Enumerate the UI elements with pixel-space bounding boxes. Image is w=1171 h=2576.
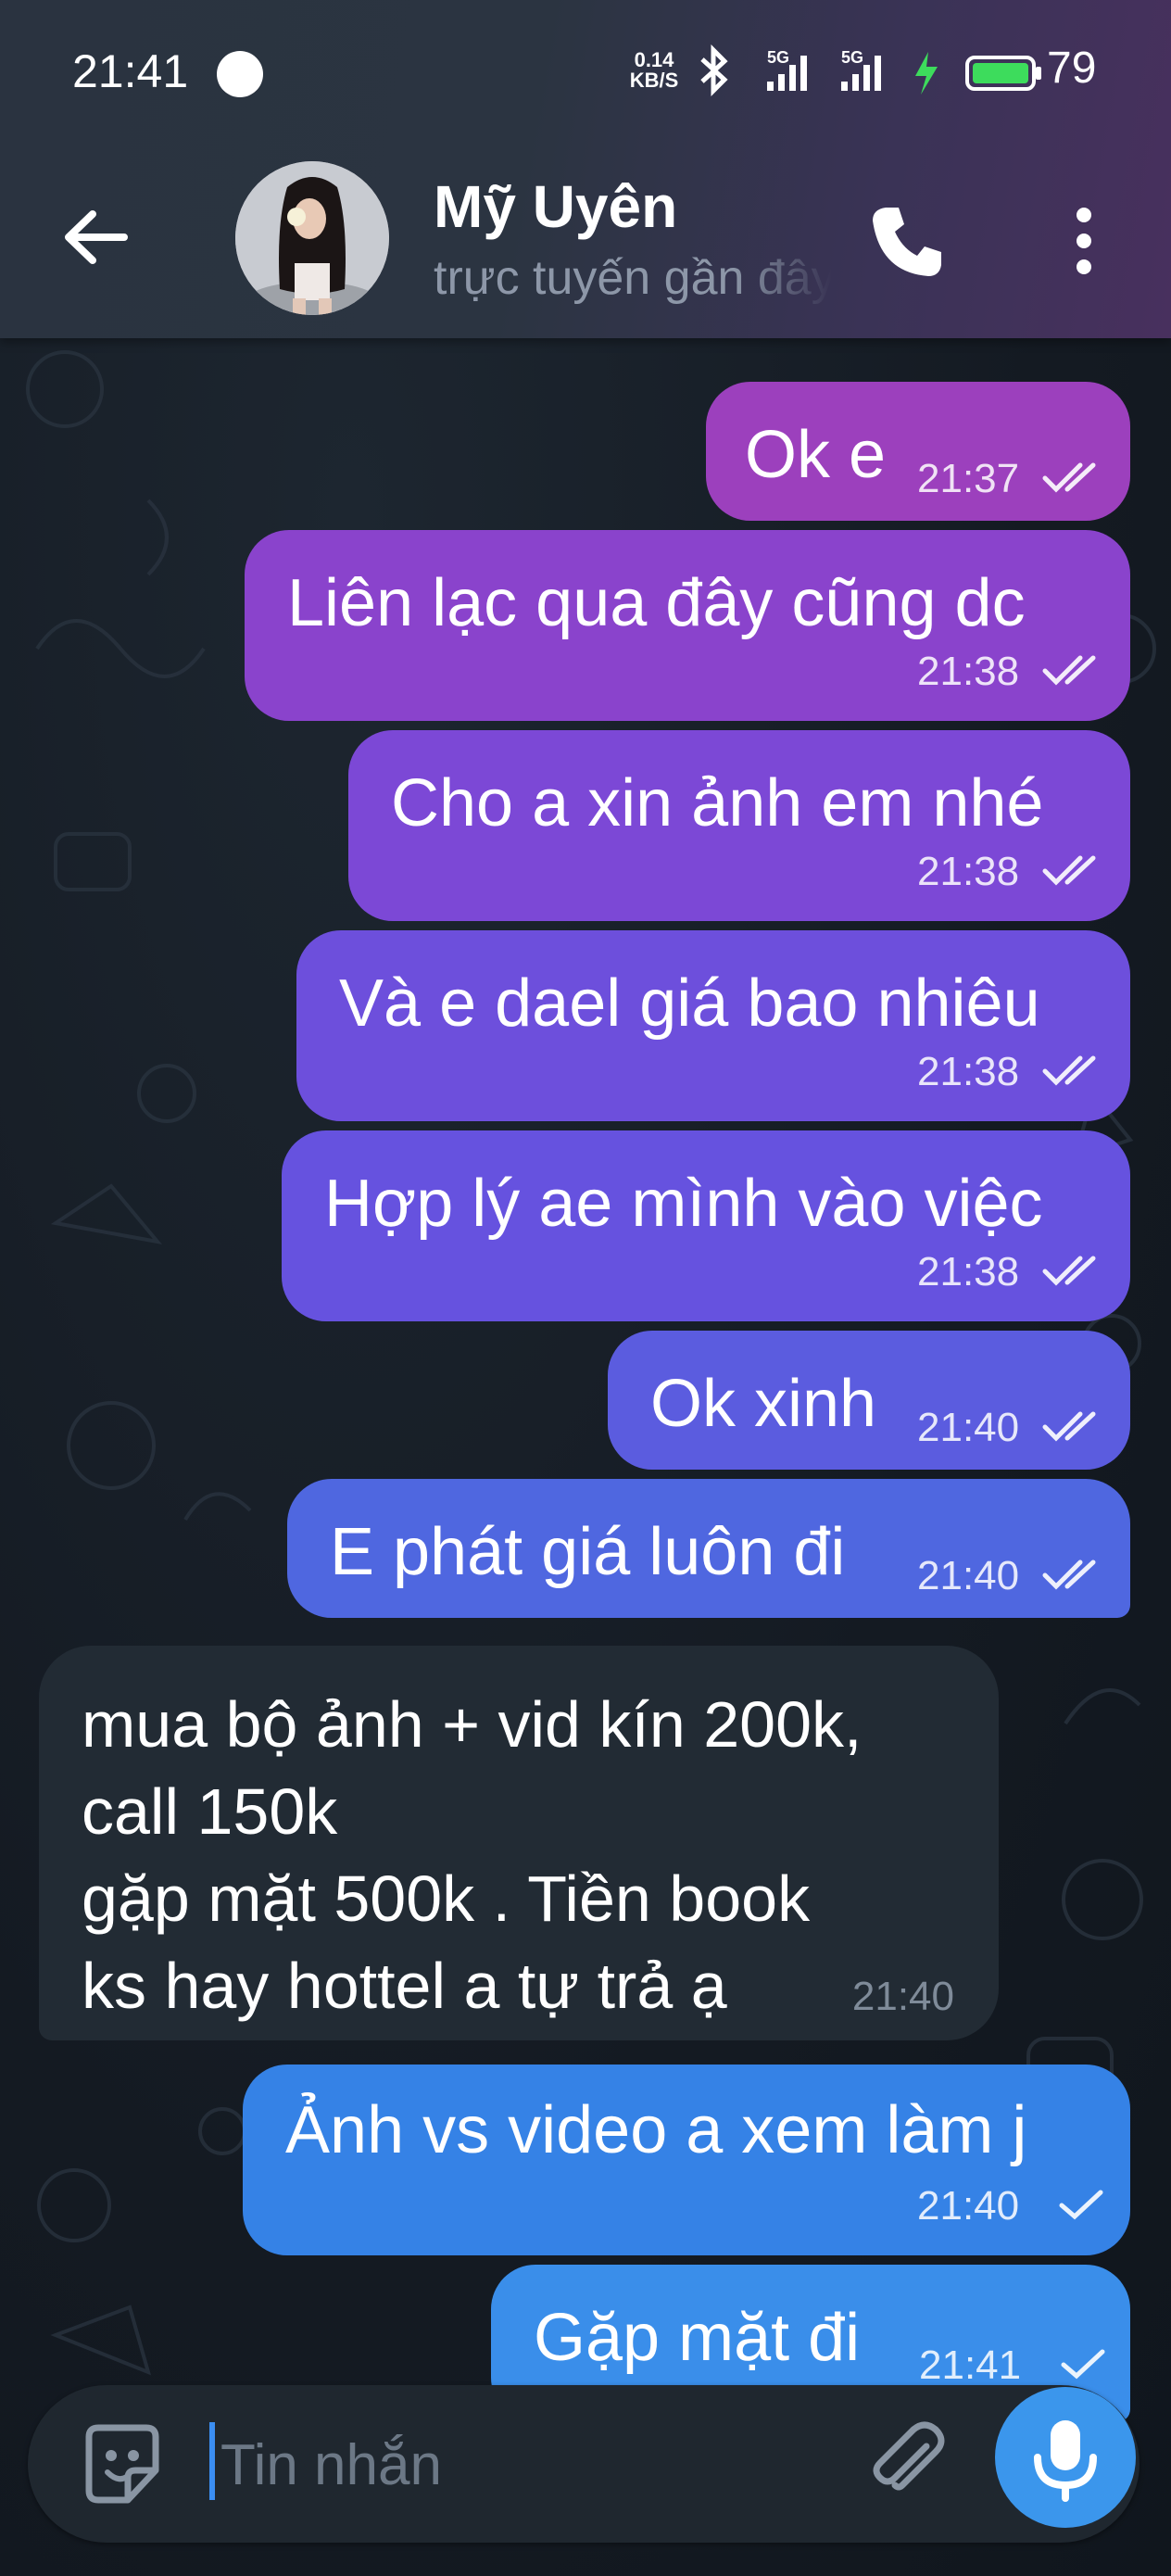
network-speed: 0.14 KB/S <box>626 50 682 91</box>
message-time: 21:38 <box>917 649 1020 694</box>
double-check-icon <box>1042 1055 1096 1086</box>
svg-text:5G: 5G <box>841 48 863 67</box>
message-text: Và e dael giá bao nhiêu <box>339 966 1040 1041</box>
signal-5g-icon-2: 5G <box>841 48 881 91</box>
message-bubble[interactable]: Cho a xin ảnh em nhé 21:38 <box>348 730 1130 921</box>
network-speed-value: 0.14 <box>634 48 674 71</box>
battery-icon <box>965 56 1041 91</box>
contact-avatar[interactable] <box>235 161 389 315</box>
message-time: 21:38 <box>917 1049 1020 1094</box>
message-bubble[interactable]: Hợp lý ae mình vào việc 21:38 <box>282 1130 1130 1321</box>
message-text: Liên lạc qua đây cũng dc <box>287 566 1026 640</box>
message-text: Hợp lý ae mình vào việc <box>324 1167 1043 1241</box>
message-composer <box>28 2385 1140 2543</box>
bluetooth-icon <box>700 44 728 97</box>
voice-record-button[interactable] <box>995 2387 1136 2528</box>
double-check-icon <box>1042 655 1096 686</box>
paperclip-icon <box>873 2421 945 2491</box>
message-text: Cho a xin ảnh em nhé <box>391 766 1044 840</box>
message-text: E phát giá luôn đi <box>330 1515 846 1589</box>
message-bubble[interactable]: Ảnh vs video a xem làm j 21:40 <box>243 2065 1130 2255</box>
double-check-icon <box>1042 1411 1096 1442</box>
contact-status: trực tuyến gần đây <box>434 251 832 305</box>
svg-text:5G: 5G <box>767 48 789 67</box>
charging-bolt-icon <box>915 52 938 95</box>
status-bar: 21:41 0.14 KB/S 5G 5G 79 <box>0 0 1171 139</box>
double-check-icon <box>1042 1559 1096 1590</box>
sticker-smile-icon <box>85 2424 159 2504</box>
message-time: 21:37 <box>917 456 1020 501</box>
double-check-icon <box>1042 1256 1096 1286</box>
back-button[interactable] <box>57 199 133 275</box>
message-bubble[interactable]: Và e dael giá bao nhiêu 21:38 <box>296 930 1130 1121</box>
message-time: 21:40 <box>917 1553 1020 1598</box>
call-button[interactable] <box>862 195 954 287</box>
check-icon <box>1061 2349 1105 2380</box>
signal-5g-icon-1: 5G <box>767 48 807 91</box>
message-bubble[interactable]: Liên lạc qua đây cũng dc 21:38 <box>245 530 1130 721</box>
double-check-icon <box>1042 462 1096 493</box>
status-time: 21:41 <box>72 45 189 97</box>
avatar-photo <box>235 161 389 315</box>
status-icons: 5G 5G <box>700 44 1041 97</box>
message-time: 21:41 <box>919 2342 1022 2388</box>
phone-icon <box>873 208 941 276</box>
message-text: Ok e <box>745 418 887 492</box>
message-bubble[interactable]: E phát giá luôn đi 21:40 <box>287 1479 1130 1618</box>
more-options-button[interactable] <box>1056 195 1112 287</box>
network-speed-unit: KB/S <box>629 69 679 92</box>
message-text: mua bộ ảnh + vid kín 200k, call 150k gặp… <box>82 1688 863 2022</box>
contact-name[interactable]: Mỹ Uyên <box>434 172 677 241</box>
message-time: 21:38 <box>917 1249 1020 1294</box>
message-text: Ảnh vs video a xem làm j <box>285 2093 1027 2167</box>
message-text: Gặp mặt đi <box>534 2301 861 2375</box>
incoming-message-bubble[interactable]: mua bộ ảnh + vid kín 200k, call 150k gặp… <box>39 1646 999 2040</box>
double-check-icon <box>1042 855 1096 886</box>
more-vertical-icon <box>1077 208 1091 274</box>
message-bubble[interactable]: Ok xinh 21:40 <box>608 1331 1130 1470</box>
chat-header: 21:41 0.14 KB/S 5G 5G 79 Mỹ Uyên trực tu… <box>0 0 1171 338</box>
notification-dot-icon <box>217 51 263 97</box>
message-bubble[interactable]: Ok e 21:37 <box>706 382 1130 521</box>
microphone-icon <box>1034 2420 1097 2502</box>
battery-percent: 79 <box>1047 44 1097 93</box>
sticker-button[interactable] <box>76 2418 169 2511</box>
message-text: Ok xinh <box>650 1367 877 1441</box>
message-time: 21:40 <box>851 1974 954 2019</box>
arrow-left-icon <box>65 210 128 264</box>
message-time: 21:38 <box>917 849 1020 894</box>
message-input[interactable] <box>209 2413 871 2517</box>
attach-button[interactable] <box>862 2418 954 2511</box>
message-time: 21:40 <box>917 2183 1020 2229</box>
message-time: 21:40 <box>917 1405 1020 1450</box>
check-icon <box>1059 2190 1103 2220</box>
